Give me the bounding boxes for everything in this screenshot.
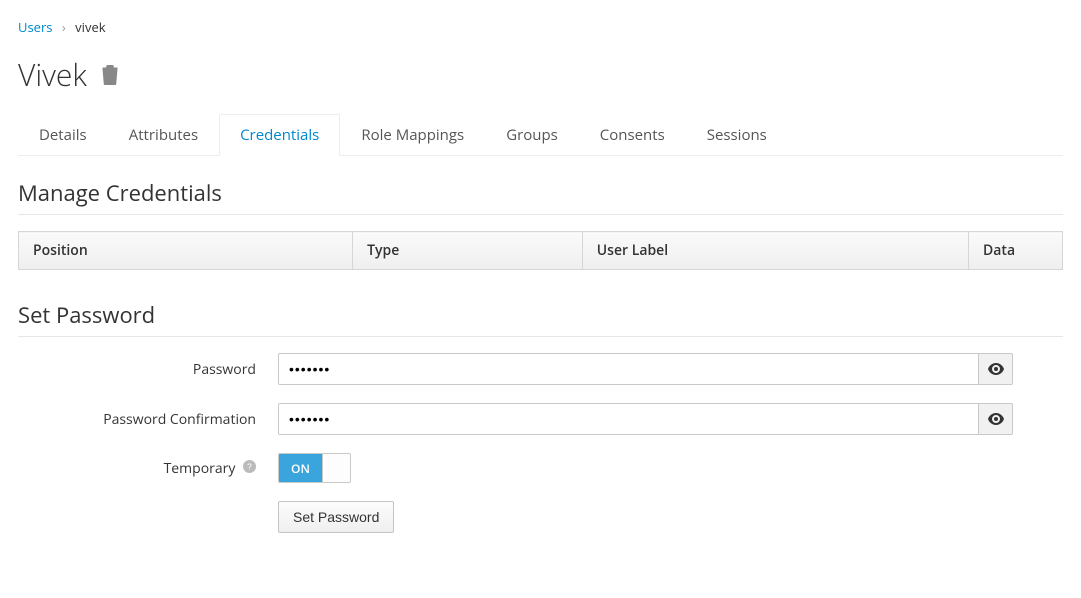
tab-groups[interactable]: Groups (485, 114, 579, 156)
tab-consents[interactable]: Consents (579, 114, 686, 156)
temporary-label: Temporary ? (18, 459, 278, 478)
toggle-on-label: ON (279, 454, 322, 482)
password-confirmation-label: Password Confirmation (18, 410, 278, 429)
tab-attributes[interactable]: Attributes (108, 114, 219, 156)
password-input[interactable] (278, 353, 979, 385)
password-label: Password (18, 360, 278, 379)
svg-text:?: ? (247, 461, 252, 471)
breadcrumb: Users › vivek (18, 18, 1063, 36)
tab-details[interactable]: Details (18, 114, 108, 156)
tab-credentials[interactable]: Credentials (219, 114, 340, 156)
eye-icon[interactable] (979, 403, 1013, 435)
col-data: Data (969, 232, 1063, 270)
tabs: Details Attributes Credentials Role Mapp… (18, 113, 1063, 156)
eye-icon[interactable] (979, 353, 1013, 385)
help-icon[interactable]: ? (243, 459, 256, 478)
tab-sessions[interactable]: Sessions (686, 114, 788, 156)
toggle-knob (322, 454, 350, 482)
breadcrumb-current: vivek (75, 18, 105, 36)
manage-credentials-heading: Manage Credentials (18, 178, 1063, 215)
trash-icon[interactable] (101, 65, 119, 85)
col-type: Type (353, 232, 583, 270)
set-password-heading: Set Password (18, 300, 1063, 337)
chevron-right-icon: › (62, 18, 66, 36)
set-password-button[interactable]: Set Password (278, 501, 394, 533)
page-title-row: Vivek (18, 54, 1063, 95)
page-title: Vivek (18, 54, 87, 95)
col-position: Position (19, 232, 353, 270)
col-user-label: User Label (582, 232, 968, 270)
tab-role-mappings[interactable]: Role Mappings (340, 114, 485, 156)
password-confirmation-input[interactable] (278, 403, 979, 435)
temporary-toggle[interactable]: ON (278, 453, 351, 483)
breadcrumb-users-link[interactable]: Users (18, 18, 52, 36)
credentials-table: Position Type User Label Data (18, 231, 1063, 270)
